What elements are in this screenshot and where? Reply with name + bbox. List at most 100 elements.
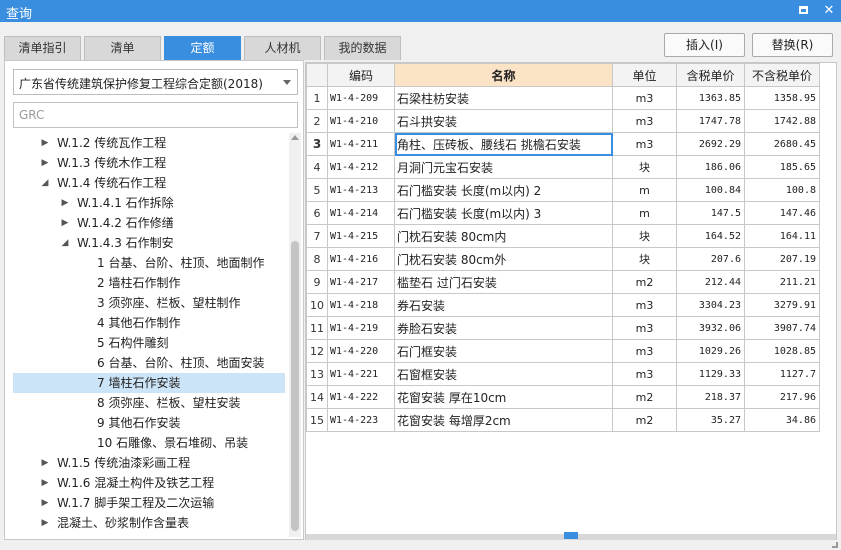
table-row[interactable]: 6 W1-4-214 石门槛安装 长度(m以内) 3 m 147.5 147.46 xyxy=(306,201,820,225)
cell-price-tax[interactable]: 186.06 xyxy=(676,155,745,179)
cell-unit[interactable]: m3 xyxy=(612,109,677,133)
cell-name[interactable]: 槛垫石 过门石安装 xyxy=(394,270,613,294)
cell-price-tax[interactable]: 100.84 xyxy=(676,178,745,202)
cell-code[interactable]: W1-4-222 xyxy=(327,385,395,409)
cell-price-notax[interactable]: 1358.95 xyxy=(744,86,820,110)
cell-name[interactable]: 石斗拱安装 xyxy=(394,109,613,133)
cell-code[interactable]: W1-4-220 xyxy=(327,339,395,363)
cell-price-tax[interactable]: 3304.23 xyxy=(676,293,745,317)
row-index[interactable]: 2 xyxy=(306,109,328,133)
cell-code[interactable]: W1-4-219 xyxy=(327,316,395,340)
cell-name[interactable]: 门枕石安装 80cm外 xyxy=(394,247,613,271)
cell-price-tax[interactable]: 1129.33 xyxy=(676,362,745,386)
cell-code[interactable]: W1-4-217 xyxy=(327,270,395,294)
cell-price-notax[interactable]: 211.21 xyxy=(744,270,820,294)
tab-my-data[interactable]: 我的数据 xyxy=(324,36,401,60)
cell-price-tax[interactable]: 207.6 xyxy=(676,247,745,271)
cell-unit[interactable]: m3 xyxy=(612,362,677,386)
cell-price-tax[interactable]: 218.37 xyxy=(676,385,745,409)
row-index[interactable]: 14 xyxy=(306,385,328,409)
cell-name[interactable]: 石梁柱枋安装 xyxy=(394,86,613,110)
tree-scrollbar[interactable] xyxy=(289,133,301,537)
cell-unit[interactable]: m3 xyxy=(612,293,677,317)
tree-node[interactable]: 5 石构件雕刻 xyxy=(5,333,275,353)
tree-node[interactable]: ▶ W.1.3 传统木作工程 xyxy=(5,153,275,173)
cell-price-notax[interactable]: 1127.7 xyxy=(744,362,820,386)
tab-labor-material-machine[interactable]: 人材机 xyxy=(244,36,321,60)
cell-unit[interactable]: m3 xyxy=(612,316,677,340)
cell-unit[interactable]: m3 xyxy=(612,339,677,363)
tree-node[interactable]: 2 墙柱石作制作 xyxy=(5,273,275,293)
cell-price-tax[interactable]: 147.5 xyxy=(676,201,745,225)
close-icon[interactable]: ✕ xyxy=(820,2,838,20)
cell-code[interactable]: W1-4-221 xyxy=(327,362,395,386)
cell-price-notax[interactable]: 100.8 xyxy=(744,178,820,202)
table-row[interactable]: 10 W1-4-218 券石安装 m3 3304.23 3279.91 xyxy=(306,293,820,317)
cell-code[interactable]: W1-4-214 xyxy=(327,201,395,225)
row-index[interactable]: 11 xyxy=(306,316,328,340)
cell-code[interactable]: W1-4-216 xyxy=(327,247,395,271)
tree-node[interactable]: 8 须弥座、栏板、望柱安装 xyxy=(5,393,275,413)
table-row[interactable]: 9 W1-4-217 槛垫石 过门石安装 m2 212.44 211.21 xyxy=(306,270,820,294)
tree-node[interactable]: ▶ 混凝土、砂浆制作含量表 xyxy=(5,513,275,533)
table-hscrollbar[interactable] xyxy=(306,532,836,540)
resize-grip-icon[interactable] xyxy=(832,542,838,548)
cell-name[interactable]: 石窗框安装 xyxy=(394,362,613,386)
cell-unit[interactable]: 块 xyxy=(612,224,677,248)
tree-node[interactable]: ▶ W.1.7 脚手架工程及二次运输 xyxy=(5,493,275,513)
cell-unit[interactable]: m2 xyxy=(612,385,677,409)
cell-price-notax[interactable]: 147.46 xyxy=(744,201,820,225)
row-index[interactable]: 13 xyxy=(306,362,328,386)
header-price-notax[interactable]: 不含税单价 xyxy=(744,63,820,87)
row-index[interactable]: 10 xyxy=(306,293,328,317)
expand-icon[interactable]: ▶ xyxy=(39,513,51,533)
cell-name[interactable]: 门枕石安装 80cm内 xyxy=(394,224,613,248)
maximize-icon[interactable] xyxy=(794,2,812,20)
table-row[interactable]: 15 W1-4-223 花窗安装 每增厚2cm m2 35.27 34.86 xyxy=(306,408,820,432)
collapse-icon[interactable]: ◢ xyxy=(59,233,71,253)
row-index[interactable]: 15 xyxy=(306,408,328,432)
tree-node[interactable]: ▶ W.1.2 传统瓦作工程 xyxy=(5,133,275,153)
cell-price-notax[interactable]: 34.86 xyxy=(744,408,820,432)
search-input[interactable] xyxy=(14,103,297,127)
expand-icon[interactable]: ▶ xyxy=(59,213,71,233)
header-code[interactable]: 编码 xyxy=(327,63,395,87)
cell-price-notax[interactable]: 3907.74 xyxy=(744,316,820,340)
cell-unit[interactable]: m xyxy=(612,201,677,225)
table-row[interactable]: 11 W1-4-219 券脸石安装 m3 3932.06 3907.74 xyxy=(306,316,820,340)
library-select[interactable]: 广东省传统建筑保护修复工程综合定额(2018) xyxy=(13,69,298,95)
table-row[interactable]: 13 W1-4-221 石窗框安装 m3 1129.33 1127.7 xyxy=(306,362,820,386)
row-index[interactable]: 1 xyxy=(306,86,328,110)
table-row[interactable]: 3 W1-4-211 角柱、压砖板、腰线石 挑檐石安装 m3 2692.29 2680.4… xyxy=(306,132,820,156)
expand-icon[interactable]: ▶ xyxy=(39,133,51,153)
table-row[interactable]: 8 W1-4-216 门枕石安装 80cm外块 207.6 207.19 xyxy=(306,247,820,271)
row-index[interactable]: 3 xyxy=(306,132,328,156)
tree-node[interactable]: ▶ W.1.5 传统油漆彩画工程 xyxy=(5,453,275,473)
expand-icon[interactable]: ▶ xyxy=(39,493,51,513)
cell-price-notax[interactable]: 217.96 xyxy=(744,385,820,409)
cell-price-tax[interactable]: 1747.78 xyxy=(676,109,745,133)
row-index[interactable]: 9 xyxy=(306,270,328,294)
cell-unit[interactable]: m2 xyxy=(612,270,677,294)
row-index[interactable]: 5 xyxy=(306,178,328,202)
expand-icon[interactable]: ▶ xyxy=(59,193,71,213)
tree-node[interactable]: 1 台基、台阶、柱顶、地面制作 xyxy=(5,253,275,273)
cell-price-tax[interactable]: 164.52 xyxy=(676,224,745,248)
cell-code[interactable]: W1-4-218 xyxy=(327,293,395,317)
scroll-up-icon[interactable] xyxy=(291,135,299,140)
tree-node[interactable]: ▶ W.1.6 混凝土构件及铁艺工程 xyxy=(5,473,275,493)
cell-price-notax[interactable]: 1028.85 xyxy=(744,339,820,363)
collapse-icon[interactable]: ◢ xyxy=(39,173,51,193)
table-row[interactable]: 12 W1-4-220 石门框安装 m3 1029.26 1028.85 xyxy=(306,339,820,363)
cell-price-tax[interactable]: 3932.06 xyxy=(676,316,745,340)
cell-code[interactable]: W1-4-212 xyxy=(327,155,395,179)
tab-quota[interactable]: 定额 xyxy=(164,36,241,60)
tree-node[interactable]: 10 石雕像、景石堆砌、吊装 xyxy=(5,433,275,453)
row-index[interactable]: 7 xyxy=(306,224,328,248)
cell-name[interactable]: 石门槛安装 长度(m以内) 3 xyxy=(394,201,613,225)
table-row[interactable]: 1 W1-4-209 石梁柱枋安装 m3 1363.85 1358.95 xyxy=(306,86,820,110)
tree-node[interactable]: 3 须弥座、栏板、望柱制作 xyxy=(5,293,275,313)
tree-node[interactable]: 4 其他石作制作 xyxy=(5,313,275,333)
tree-node[interactable]: ▶ W.1.4.2 石作修缮 xyxy=(5,213,275,233)
cell-price-notax[interactable]: 164.11 xyxy=(744,224,820,248)
